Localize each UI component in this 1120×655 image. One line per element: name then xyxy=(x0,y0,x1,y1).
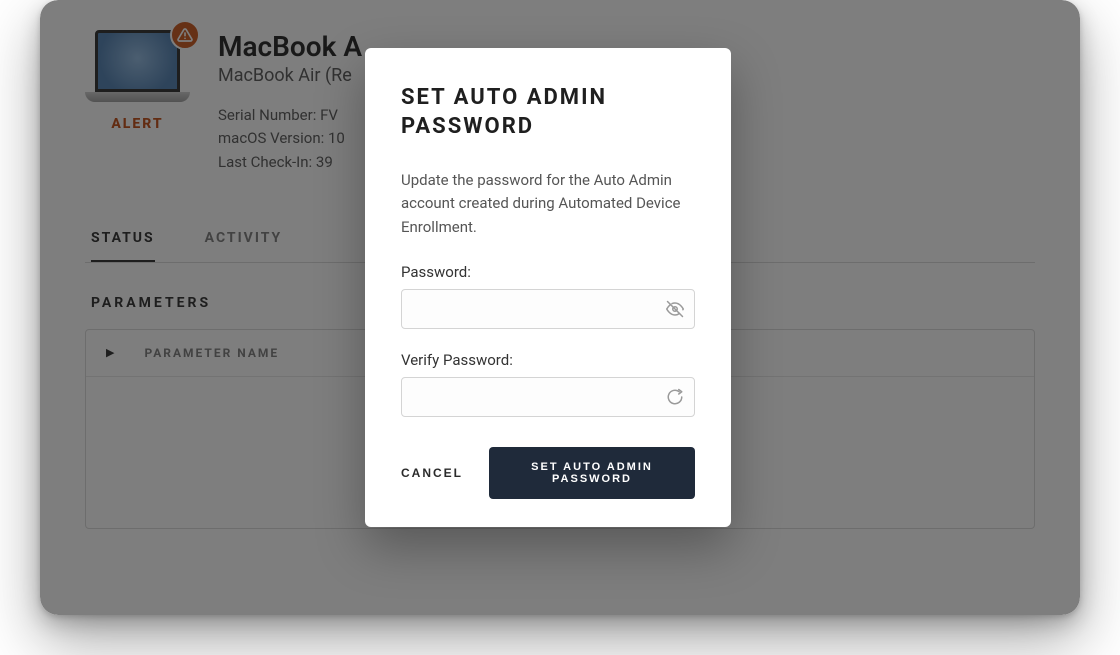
verify-loading-spinner-icon xyxy=(665,387,685,407)
toggle-password-visibility-icon[interactable] xyxy=(665,299,685,319)
modal-description: Update the password for the Auto Admin a… xyxy=(401,169,695,239)
password-input[interactable] xyxy=(401,289,695,329)
password-label: Password: xyxy=(401,263,695,281)
verify-password-input[interactable] xyxy=(401,377,695,417)
set-auto-admin-password-modal: SET AUTO ADMIN PASSWORD Update the passw… xyxy=(365,48,731,527)
cancel-button[interactable]: CANCEL xyxy=(401,466,463,480)
set-auto-admin-password-button[interactable]: SET AUTO ADMIN PASSWORD xyxy=(489,447,695,499)
verify-password-label: Verify Password: xyxy=(401,351,695,369)
modal-title: SET AUTO ADMIN PASSWORD xyxy=(401,84,695,141)
